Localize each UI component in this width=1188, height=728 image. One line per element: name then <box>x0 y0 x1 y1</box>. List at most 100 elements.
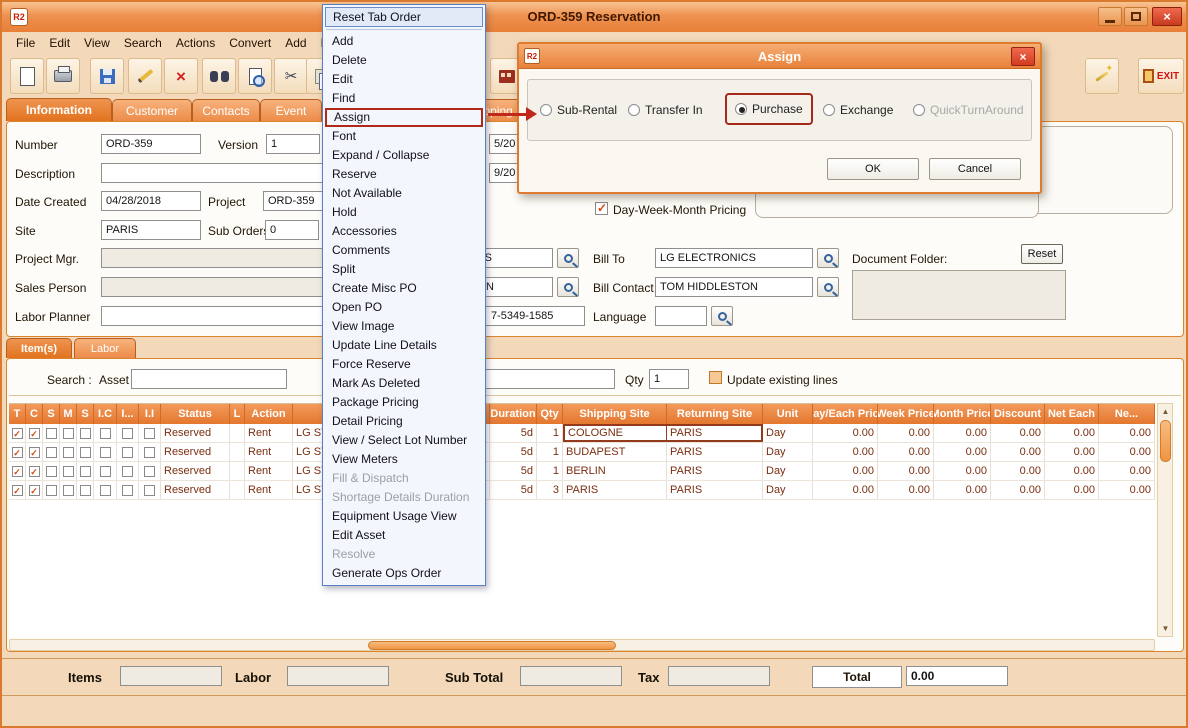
row-checkbox[interactable] <box>100 466 111 477</box>
row-checkbox[interactable]: ✓ <box>29 447 40 458</box>
column-header-l[interactable]: L <box>230 404 245 424</box>
bill-contact-lookup-button[interactable] <box>817 277 839 297</box>
context-menu-item-accessories[interactable]: Accessories <box>325 222 483 241</box>
cancel-button[interactable]: Cancel <box>929 158 1021 180</box>
context-menu-item-edit-asset[interactable]: Edit Asset <box>325 526 483 545</box>
bill-to-field[interactable] <box>655 248 813 268</box>
table-row[interactable]: ✓✓ReservedRentLG ST5d1BUDAPESTPARISDay0.… <box>9 443 1155 462</box>
language-field[interactable] <box>655 306 707 326</box>
new-document-button[interactable] <box>10 58 44 94</box>
row-checkbox[interactable] <box>80 428 91 439</box>
horizontal-scrollbar[interactable] <box>9 639 1155 651</box>
column-header-duration[interactable]: Duration <box>490 404 537 424</box>
row-checkbox[interactable] <box>144 428 155 439</box>
context-menu-item-view-image[interactable]: View Image <box>325 317 483 336</box>
ok-button[interactable]: OK <box>827 158 919 180</box>
column-header-i-c[interactable]: I.C <box>94 404 117 424</box>
view-document-button[interactable] <box>238 58 272 94</box>
context-menu-item-reset-tab-order[interactable]: Reset Tab Order <box>325 7 483 27</box>
column-header-discount[interactable]: Discount <box>991 404 1045 424</box>
column-header-t[interactable]: T <box>9 404 26 424</box>
context-menu-item-delete[interactable]: Delete <box>325 51 483 70</box>
bill-contact-field[interactable] <box>655 277 813 297</box>
date-created-field[interactable] <box>101 191 201 211</box>
column-header-month-price[interactable]: Month Price <box>934 404 991 424</box>
row-checkbox[interactable]: ✓ <box>12 485 23 496</box>
context-menu-item-not-available[interactable]: Not Available <box>325 184 483 203</box>
context-menu-item-generate-ops-order[interactable]: Generate Ops Order <box>325 564 483 583</box>
column-header-m[interactable]: M <box>60 404 77 424</box>
radio-option-quickturnaround[interactable]: QuickTurnAround <box>913 103 1024 117</box>
update-existing-lines-checkbox[interactable] <box>709 371 722 384</box>
radio-purchase[interactable] <box>735 103 747 115</box>
row-checkbox[interactable] <box>46 428 57 439</box>
subtab-labor[interactable]: Labor <box>74 338 136 358</box>
radio-option-purchase[interactable]: Purchase <box>725 93 813 125</box>
row-checkbox[interactable] <box>46 466 57 477</box>
asset-search-input[interactable] <box>131 369 287 389</box>
row-checkbox[interactable] <box>63 428 74 439</box>
row-checkbox[interactable] <box>80 485 91 496</box>
row-checkbox[interactable] <box>100 447 111 458</box>
labor-planner-field[interactable] <box>101 306 347 326</box>
subtab-item-s[interactable]: Item(s) <box>6 338 72 358</box>
row-checkbox[interactable] <box>144 466 155 477</box>
table-row[interactable]: ✓✓ReservedRentLG ST5d3PARISPARISDay0.000… <box>9 481 1155 500</box>
version-field[interactable] <box>266 134 320 154</box>
sub-orders-field[interactable] <box>265 220 319 240</box>
row-checkbox[interactable] <box>80 447 91 458</box>
row-checkbox[interactable] <box>122 447 133 458</box>
maximize-button[interactable] <box>1124 7 1148 26</box>
row-checkbox[interactable] <box>63 447 74 458</box>
scroll-up-arrow[interactable]: ▲ <box>1159 405 1172 418</box>
row-checkbox[interactable]: ✓ <box>12 466 23 477</box>
column-header-day-each-price[interactable]: Day/Each Price <box>813 404 878 424</box>
context-menu-item-find[interactable]: Find <box>325 89 483 108</box>
row-checkbox[interactable]: ✓ <box>12 428 23 439</box>
scroll-down-arrow[interactable]: ▼ <box>1159 622 1172 635</box>
close-button[interactable]: × <box>1152 7 1182 26</box>
edit-button[interactable] <box>128 58 162 94</box>
radio-exchange[interactable] <box>823 104 835 116</box>
qty-input[interactable] <box>649 369 689 389</box>
radio-sub-rental[interactable] <box>540 104 552 116</box>
cut-button[interactable]: ✂ <box>274 58 308 94</box>
find-button[interactable] <box>202 58 236 94</box>
radio-option-transfer-in[interactable]: Transfer In <box>628 103 703 117</box>
menu-convert[interactable]: Convert <box>222 34 278 52</box>
print-button[interactable] <box>46 58 80 94</box>
ship-to-lookup-button[interactable] <box>557 248 579 268</box>
column-header-c[interactable]: C <box>26 404 43 424</box>
context-menu-item-view-meters[interactable]: View Meters <box>325 450 483 469</box>
column-header-ne[interactable]: Ne... <box>1099 404 1155 424</box>
context-menu-item-detail-pricing[interactable]: Detail Pricing <box>325 412 483 431</box>
context-menu-item-package-pricing[interactable]: Package Pricing <box>325 393 483 412</box>
save-button[interactable] <box>90 58 124 94</box>
row-checkbox[interactable]: ✓ <box>29 428 40 439</box>
context-menu-item-update-line-details[interactable]: Update Line Details <box>325 336 483 355</box>
row-checkbox[interactable] <box>122 428 133 439</box>
radio-option-exchange[interactable]: Exchange <box>823 103 893 117</box>
minimize-button[interactable] <box>1098 7 1122 26</box>
tab-contacts[interactable]: Contacts <box>192 99 260 121</box>
context-menu-item-comments[interactable]: Comments <box>325 241 483 260</box>
context-menu-item-force-reserve[interactable]: Force Reserve <box>325 355 483 374</box>
menu-file[interactable]: File <box>9 34 42 52</box>
row-checkbox[interactable] <box>122 485 133 496</box>
vertical-scroll-thumb[interactable] <box>1160 420 1171 462</box>
exit-button[interactable]: EXIT <box>1138 58 1184 94</box>
tab-customer[interactable]: Customer <box>112 99 192 121</box>
context-menu-item-assign[interactable]: Assign <box>325 108 483 127</box>
row-checkbox[interactable] <box>46 485 57 496</box>
wand-button[interactable] <box>1085 58 1119 94</box>
table-row[interactable]: ✓✓ReservedRentLG ST5d1BERLINPARISDay0.00… <box>9 462 1155 481</box>
context-menu-item-create-misc-po[interactable]: Create Misc PO <box>325 279 483 298</box>
context-menu-item-equipment-usage-view[interactable]: Equipment Usage View <box>325 507 483 526</box>
row-checkbox[interactable] <box>144 485 155 496</box>
context-menu-item-mark-as-deleted[interactable]: Mark As Deleted <box>325 374 483 393</box>
context-menu-item-add[interactable]: Add <box>325 32 483 51</box>
context-menu-item-edit[interactable]: Edit <box>325 70 483 89</box>
column-header-action[interactable]: Action <box>245 404 293 424</box>
menu-view[interactable]: View <box>77 34 117 52</box>
column-header-week-price[interactable]: Week Price <box>878 404 934 424</box>
